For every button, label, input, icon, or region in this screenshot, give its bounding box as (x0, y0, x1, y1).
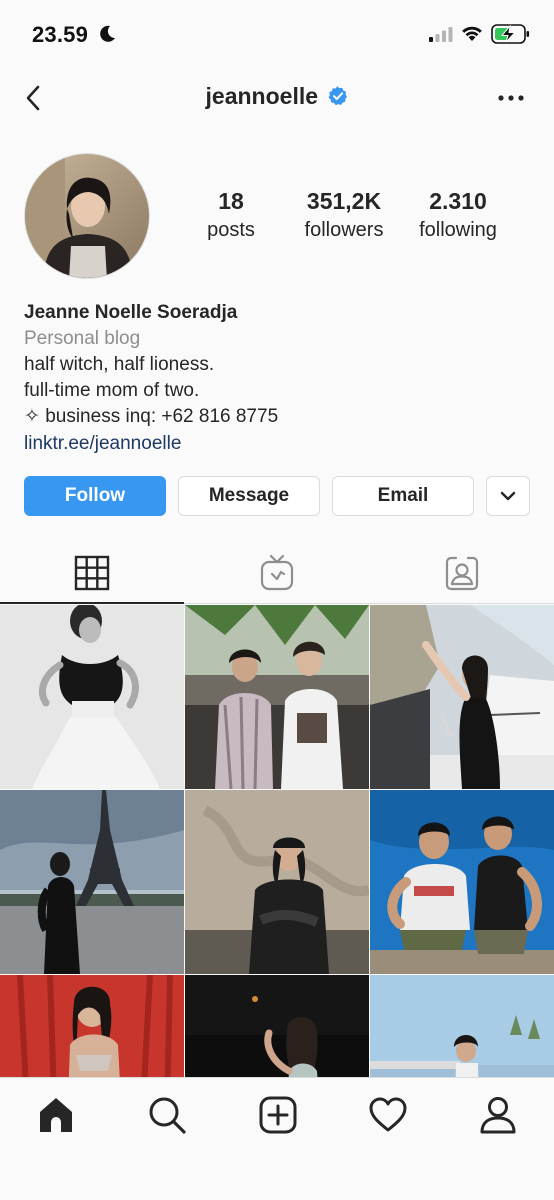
post-thumbnail[interactable] (0, 790, 184, 974)
bio-line: half witch, half lioness. (24, 354, 215, 375)
profile-avatar[interactable] (24, 153, 150, 279)
post-thumbnail[interactable] (185, 790, 369, 974)
tab-tagged[interactable] (370, 540, 554, 604)
profile-header-bar: jeannoelle (0, 70, 554, 128)
tab-posts-grid[interactable] (0, 540, 184, 604)
following-count: 2.310 (429, 188, 487, 214)
profile-icon[interactable] (478, 1095, 518, 1135)
username: jeannoelle (205, 83, 319, 109)
stat-posts[interactable]: 18 posts (192, 188, 270, 242)
status-bar: 23.59 (0, 0, 554, 70)
post-thumbnail[interactable] (185, 975, 369, 1077)
post-thumbnail[interactable] (370, 605, 554, 789)
battery-charging-icon (491, 24, 530, 44)
post-thumbnail[interactable] (185, 605, 369, 789)
avatar-photo (25, 154, 149, 278)
stat-followers[interactable]: 351,2K followers (288, 188, 400, 242)
heart-icon[interactable] (368, 1095, 408, 1135)
posts-count: 18 (218, 188, 244, 214)
tagged-icon (445, 556, 479, 591)
search-icon[interactable] (147, 1095, 187, 1135)
verified-badge-icon (329, 85, 348, 105)
post-thumbnail[interactable] (370, 790, 554, 974)
profile-tabs (0, 540, 554, 604)
more-horizontal-icon[interactable] (496, 88, 528, 108)
followers-count: 351,2K (306, 188, 382, 214)
status-time: 23.59 (32, 22, 89, 47)
post-thumbnail[interactable] (0, 605, 184, 789)
wifi-icon (462, 26, 482, 41)
bio-line: ✧ business inq: +62 816 8775 (24, 406, 279, 427)
follow-button[interactable]: Follow (24, 476, 166, 516)
igtv-icon (260, 555, 294, 591)
email-button[interactable]: Email (332, 476, 474, 516)
home-icon[interactable] (36, 1095, 76, 1135)
bio-line: full-time mom of two. (24, 380, 200, 401)
bio-website-link[interactable]: linktr.ee/jeannoelle (24, 430, 534, 458)
bottom-navigation (0, 1077, 554, 1200)
tab-igtv[interactable] (185, 540, 369, 604)
profile-bio: Jeanne Noelle Soeradja Personal blog hal… (24, 300, 534, 458)
post-thumbnail[interactable] (0, 975, 184, 1077)
stat-following[interactable]: 2.310 following (405, 188, 511, 242)
posts-label: posts (207, 219, 255, 241)
full-name: Jeanne Noelle Soeradja (24, 302, 238, 323)
suggested-accounts-button[interactable] (486, 476, 530, 516)
username-title: jeannoelle (0, 83, 554, 110)
grid-icon (74, 555, 110, 591)
cellular-signal-icon (429, 27, 453, 42)
message-button[interactable]: Message (178, 476, 320, 516)
chevron-down-icon (500, 491, 516, 501)
followers-label: followers (304, 219, 384, 241)
post-thumbnail[interactable] (370, 975, 554, 1077)
posts-grid (0, 605, 554, 1077)
profile-category: Personal blog (24, 328, 141, 349)
following-label: following (419, 219, 497, 241)
moon-icon (100, 25, 115, 42)
add-post-icon[interactable] (258, 1095, 298, 1135)
